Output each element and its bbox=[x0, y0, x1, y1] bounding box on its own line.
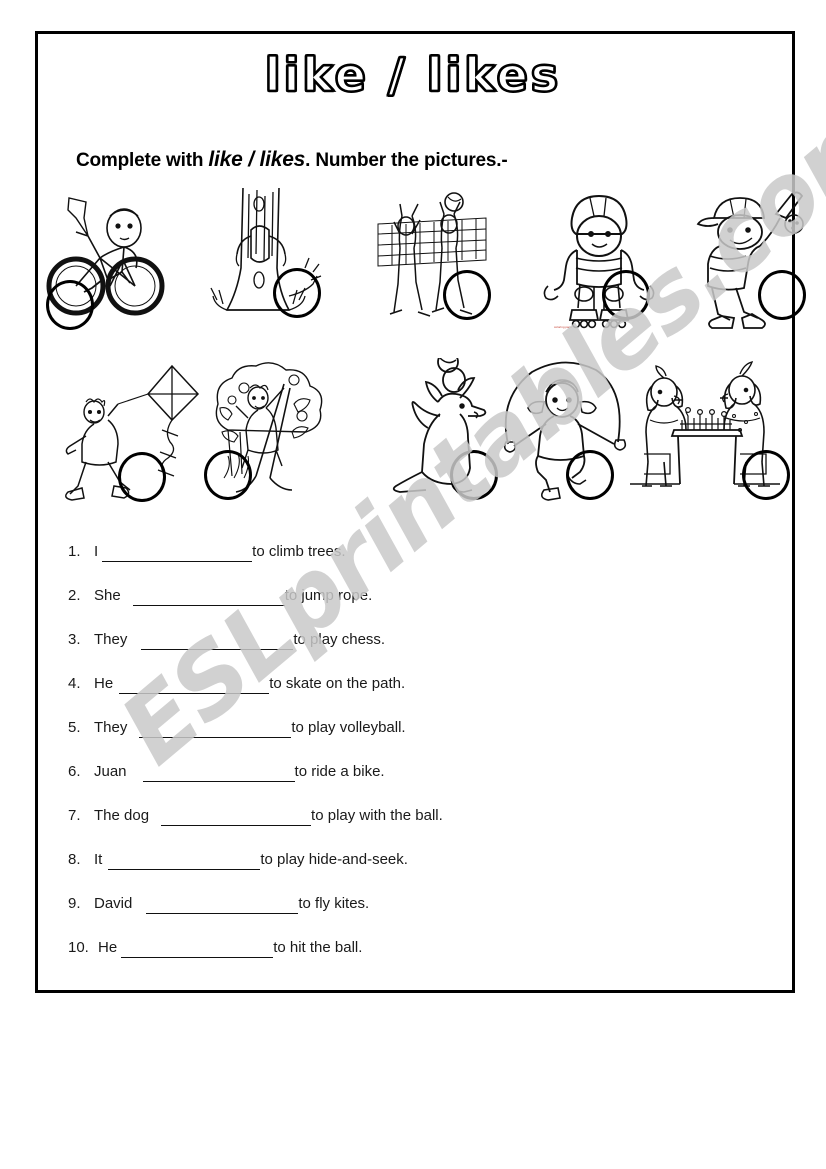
sentence-number: 10. bbox=[68, 939, 89, 956]
sentence-tail: to climb trees. bbox=[252, 543, 346, 560]
picture-item-baseball bbox=[678, 188, 826, 338]
picture-item-hide-in-tree bbox=[198, 358, 348, 508]
sentence-number: 1. bbox=[68, 543, 81, 560]
numbering-circle[interactable] bbox=[742, 450, 790, 500]
picture-item-kite bbox=[60, 358, 210, 508]
boy-batting-ball-illustration bbox=[678, 188, 826, 338]
answer-blank[interactable] bbox=[119, 678, 270, 694]
numbering-circle[interactable] bbox=[566, 450, 614, 500]
sentence-tail: to ride a bike. bbox=[294, 763, 385, 780]
picture-item-skating: coloring page bbox=[524, 188, 674, 338]
answer-blank[interactable] bbox=[146, 898, 299, 914]
numbering-circle[interactable] bbox=[46, 280, 94, 330]
instruction-line: Complete with like / likes. Number the p… bbox=[76, 148, 508, 172]
sentence-tail: to skate on the path. bbox=[269, 675, 406, 692]
page-title-text: like / likes bbox=[264, 47, 562, 103]
sentence-number: 3. bbox=[68, 631, 81, 648]
sentence-tail: to fly kites. bbox=[298, 895, 370, 912]
picture-item-bike bbox=[38, 188, 188, 338]
sentence-number: 5. bbox=[68, 719, 81, 736]
child-rollerblading-illustration bbox=[524, 188, 674, 338]
child-climbing-tree-illustration bbox=[193, 188, 343, 338]
girl-jumping-rope-illustration bbox=[488, 358, 638, 508]
sentence-row: 7. The dog to play with the ball. bbox=[68, 806, 708, 850]
picture-row-2 bbox=[38, 358, 794, 508]
numbering-circle[interactable] bbox=[758, 270, 806, 320]
sentence-row: 1. Ito climb trees. bbox=[68, 542, 708, 586]
instruction-lead: Complete with bbox=[76, 150, 209, 171]
sentence-row: 6. Juan to ride a bike. bbox=[68, 762, 708, 806]
numbering-circle[interactable] bbox=[443, 270, 491, 320]
sentence-subject: He bbox=[98, 939, 118, 956]
numbering-circle[interactable] bbox=[118, 452, 166, 502]
answer-blank[interactable] bbox=[161, 810, 312, 826]
answer-blank[interactable] bbox=[132, 590, 285, 606]
sentence-tail: to jump rope. bbox=[284, 587, 373, 604]
answer-blank[interactable] bbox=[139, 722, 292, 738]
numbering-circle[interactable] bbox=[602, 270, 650, 320]
sentence-list: 1. Ito climb trees. 2. She to jump rope. 3. Th… bbox=[68, 542, 708, 982]
volleyball-players-illustration bbox=[368, 188, 518, 338]
sentence-number: 9. bbox=[68, 895, 81, 912]
sentence-tail: to play volleyball. bbox=[291, 719, 406, 736]
sentence-subject: They bbox=[94, 719, 128, 736]
sentence-subject: I bbox=[94, 543, 99, 560]
sentence-tail: to hit the ball. bbox=[273, 939, 363, 956]
sentence-subject: David bbox=[94, 895, 133, 912]
image-credit-caption: coloring page bbox=[554, 325, 573, 329]
sentence-row: 5. They to play volleyball. bbox=[68, 718, 708, 762]
picture-item-jump-rope bbox=[488, 358, 638, 508]
sentence-subject: She bbox=[94, 587, 121, 604]
sentence-row: 4. He to skate on the path. bbox=[68, 674, 708, 718]
picture-item-dogs-chess bbox=[630, 358, 790, 508]
sentence-number: 4. bbox=[68, 675, 81, 692]
page-title: like / likes bbox=[0, 47, 826, 103]
answer-blank[interactable] bbox=[121, 942, 274, 958]
picture-row-1: coloring page bbox=[38, 188, 806, 338]
sentence-tail: to play with the ball. bbox=[311, 807, 443, 824]
numbering-circle[interactable] bbox=[450, 450, 498, 500]
sentence-row: 10. He to hit the ball. bbox=[68, 938, 708, 982]
sentence-row: 2. She to jump rope. bbox=[68, 586, 708, 630]
instruction-emphasis: like / likes bbox=[208, 148, 306, 171]
sentence-number: 7. bbox=[68, 807, 81, 824]
sentence-number: 6. bbox=[68, 763, 81, 780]
sentence-subject: The dog bbox=[94, 807, 150, 824]
numbering-circle[interactable] bbox=[273, 268, 321, 318]
instruction-tail: . Number the pictures.- bbox=[305, 150, 508, 171]
sentence-tail: to play chess. bbox=[293, 631, 386, 648]
sentence-number: 8. bbox=[68, 851, 81, 868]
sentence-row: 9. David to fly kites. bbox=[68, 894, 708, 938]
sentence-number: 2. bbox=[68, 587, 81, 604]
sentence-tail: to play hide-and-seek. bbox=[260, 851, 408, 868]
picture-item-volleyball bbox=[368, 188, 518, 338]
sentence-subject: He bbox=[94, 675, 114, 692]
answer-blank[interactable] bbox=[102, 546, 253, 562]
sentence-subject: They bbox=[94, 631, 128, 648]
answer-blank[interactable] bbox=[108, 854, 261, 870]
sentence-row: 8. It to play hide-and-seek. bbox=[68, 850, 708, 894]
answer-blank[interactable] bbox=[142, 766, 295, 782]
picture-item-climb-tree bbox=[193, 188, 343, 338]
sentence-row: 3. They to play chess. bbox=[68, 630, 708, 674]
sentence-subject: Juan bbox=[94, 763, 127, 780]
sentence-subject: It bbox=[94, 851, 103, 868]
numbering-circle[interactable] bbox=[204, 450, 252, 500]
answer-blank[interactable] bbox=[141, 634, 294, 650]
